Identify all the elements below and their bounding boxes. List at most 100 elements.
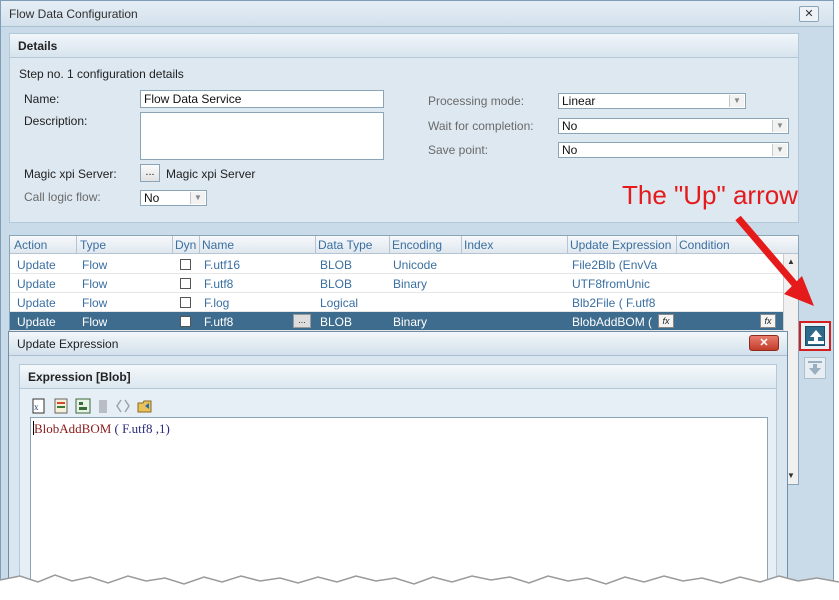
wait-completion-select[interactable]: No ▼	[558, 118, 789, 134]
save-point-value: No	[562, 143, 578, 157]
dialog-title-bar: Update Expression ✕	[9, 332, 787, 356]
cell-encoding: Binary	[393, 277, 428, 291]
cell-name: F.log	[204, 296, 230, 310]
down-arrow-icon	[808, 361, 822, 375]
column-header[interactable]: Index	[464, 238, 493, 252]
cell-action: Update	[17, 315, 56, 329]
variables-icon[interactable]	[74, 397, 92, 415]
cell-name: F.utf8	[204, 315, 234, 329]
cell-type: Flow	[82, 258, 108, 272]
expression-text: BlobAddBOM ( F.utf8 ,1)	[33, 421, 170, 437]
step-description: Step no. 1 configuration details	[19, 67, 184, 81]
svg-text:x: x	[34, 402, 39, 412]
window-close-button[interactable]: ✕	[799, 6, 819, 22]
column-divider[interactable]	[315, 236, 316, 254]
cell-name: F.utf16	[204, 258, 241, 272]
dyn-checkbox[interactable]	[180, 259, 191, 270]
expression-function: BlobAddBOM	[34, 421, 112, 436]
delete-icon[interactable]	[94, 397, 112, 415]
cell-data-type: BLOB	[320, 315, 353, 329]
column-divider[interactable]	[76, 236, 77, 254]
column-divider[interactable]	[172, 236, 173, 254]
cell-type: Flow	[82, 277, 108, 291]
cell-data-type: BLOB	[320, 277, 353, 291]
column-divider[interactable]	[567, 236, 568, 254]
table-row-selected[interactable]: Update Flow F.utf8 ... BLOB Binary BlobA…	[10, 312, 785, 331]
column-divider[interactable]	[461, 236, 462, 254]
cell-data-type: BLOB	[320, 258, 353, 272]
cell-name: F.utf8	[204, 277, 234, 291]
chevron-down-icon: ▼	[729, 95, 744, 107]
column-header[interactable]: Encoding	[392, 238, 442, 252]
call-logic-label: Call logic flow:	[24, 190, 101, 204]
expression-new-icon[interactable]: x	[30, 397, 48, 415]
chevron-down-icon: ▼	[772, 120, 787, 132]
column-header[interactable]: Action	[14, 238, 47, 252]
call-logic-value: No	[144, 191, 160, 205]
column-header[interactable]: Type	[80, 238, 106, 252]
dyn-checkbox[interactable]	[180, 316, 191, 327]
name-label: Name:	[24, 92, 60, 106]
chevron-down-icon: ▼	[772, 144, 787, 156]
grid-header: Action Type Dyn Name Data Type Encoding …	[10, 236, 798, 254]
column-header[interactable]: Update Expression	[570, 238, 671, 252]
up-arrow-icon	[805, 326, 825, 346]
wait-completion-value: No	[562, 119, 578, 133]
update-expression-dialog: Update Expression ✕ Expression [Blob] x	[8, 331, 788, 600]
processing-mode-label: Processing mode:	[428, 94, 525, 108]
cell-action: Update	[17, 277, 56, 291]
details-header: Details	[10, 34, 798, 58]
column-divider[interactable]	[389, 236, 390, 254]
column-header[interactable]: Data Type	[318, 238, 372, 252]
dyn-checkbox[interactable]	[180, 297, 191, 308]
cell-type: Flow	[82, 296, 108, 310]
cell-update-expression: BlobAddBOM (	[572, 315, 653, 329]
server-browse-button[interactable]: ...	[140, 164, 160, 182]
cell-data-type: Logical	[320, 296, 359, 310]
expression-editor-icon[interactable]: fx	[658, 314, 674, 328]
cell-update-expression: Blb2File ( F.utf8	[572, 296, 656, 310]
server-label: Magic xpi Server:	[24, 167, 117, 181]
window-title: Flow Data Configuration	[9, 7, 138, 21]
wait-completion-label: Wait for completion:	[428, 119, 534, 133]
processing-mode-select[interactable]: Linear ▼	[558, 93, 746, 109]
dialog-close-button[interactable]: ✕	[749, 335, 779, 351]
table-row[interactable]: Update Flow F.utf16 BLOB Unicode File2Bl…	[10, 255, 785, 274]
functions-icon[interactable]	[52, 397, 70, 415]
cell-encoding: Binary	[393, 315, 428, 329]
save-point-label: Save point:	[428, 143, 489, 157]
chevron-down-icon: ▼	[190, 192, 205, 204]
column-header[interactable]: Name	[202, 238, 234, 252]
cell-update-expression: UTF8fromUnic	[572, 277, 651, 291]
table-row[interactable]: Update Flow F.utf8 BLOB Binary UTF8fromU…	[10, 274, 785, 293]
description-label: Description:	[24, 114, 88, 128]
dyn-checkbox[interactable]	[180, 278, 191, 289]
column-header[interactable]: Dyn	[175, 238, 196, 252]
dialog-title: Update Expression	[17, 337, 119, 351]
save-point-select[interactable]: No ▼	[558, 142, 789, 158]
move-up-button[interactable]	[799, 321, 831, 351]
column-divider[interactable]	[676, 236, 677, 254]
server-value: Magic xpi Server	[166, 167, 256, 181]
expression-arguments: ( F.utf8 ,1)	[111, 421, 170, 436]
window-title-bar: Flow Data Configuration ✕	[1, 1, 833, 27]
table-row[interactable]: Update Flow F.log Logical Blb2File ( F.u…	[10, 293, 785, 312]
cell-type: Flow	[82, 315, 108, 329]
open-icon[interactable]	[136, 397, 154, 415]
column-divider[interactable]	[199, 236, 200, 254]
name-browse-button[interactable]: ...	[293, 314, 311, 328]
move-down-button[interactable]	[804, 357, 826, 379]
brackets-icon[interactable]	[114, 397, 132, 415]
name-field[interactable]: Flow Data Service	[140, 90, 384, 108]
details-title: Details	[18, 39, 58, 53]
cell-action: Update	[17, 258, 56, 272]
torn-edge	[0, 574, 839, 600]
description-field[interactable]	[140, 112, 384, 160]
annotation-arrow	[735, 215, 814, 306]
expression-panel-title: Expression [Blob]	[28, 370, 131, 384]
expression-panel: Expression [Blob] x BlobAddBOM (F.utf8 …	[19, 364, 777, 600]
annotation-label: The "Up" arrow	[622, 180, 798, 210]
call-logic-select[interactable]: No ▼	[140, 190, 207, 206]
cell-encoding: Unicode	[393, 258, 438, 272]
cell-update-expression: File2Blb (EnvVa	[572, 258, 658, 272]
